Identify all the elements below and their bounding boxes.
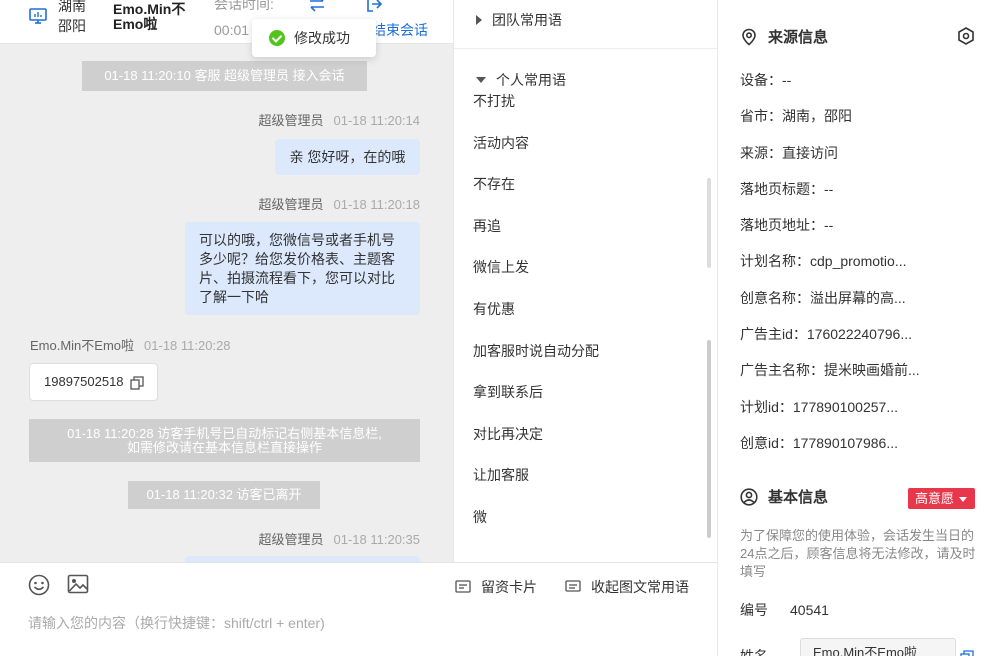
edit-notice: 为了保障您的使用体验，会话发生当日的24点之后，顾客信息将无法修改，请及时填写	[740, 528, 976, 579]
team-phrases-label: 团队常用语	[492, 12, 562, 28]
intent-level-value: 高意愿	[915, 491, 955, 506]
source-landing-url: 落地页地址：--	[740, 217, 834, 234]
system-message-left: 01-18 11:20:32 访客已离开	[128, 481, 320, 509]
phrase-item[interactable]: 活动内容	[473, 132, 703, 174]
location-city: 邵阳	[58, 18, 86, 34]
agent-message-bubble: 亲 您好呀，在的哦	[275, 139, 420, 175]
success-toast: 修改成功	[252, 19, 376, 57]
personal-phrases-label: 个人常用语	[496, 72, 566, 88]
phrase-item[interactable]: 有优惠	[473, 298, 703, 340]
caret-right-icon	[476, 15, 482, 25]
phrase-item[interactable]: 不存在	[473, 173, 703, 215]
personal-phrases-group[interactable]: 个人常用语	[476, 70, 566, 90]
scrollbar-track[interactable]	[707, 178, 711, 268]
basic-info-label: 基本信息	[768, 489, 829, 506]
source-advertiser-name: 广告主名称：提米映画婚前...	[740, 362, 920, 379]
system-message-phone: 01-18 11:20:28 访客手机号已自动标记右侧基本信息栏, 如需修改请在…	[29, 419, 420, 462]
customer-id-row: 编号 40541	[740, 600, 829, 620]
source-landing-title: 落地页标题：--	[740, 180, 834, 197]
message-sender: 超级管理员	[258, 197, 324, 212]
location-pin-icon	[742, 28, 756, 46]
message-meta: 超级管理员 01-18 11:20:35	[258, 531, 420, 549]
source-plan-name: 计划名称：cdp_promotio...	[740, 253, 907, 270]
collapse-phrases-label: 收起图文常用语	[591, 579, 689, 595]
monitor-icon	[29, 8, 47, 24]
caret-down-icon	[959, 497, 967, 502]
message-icon	[565, 580, 581, 592]
visitor-message-text: 19897502518	[44, 374, 124, 389]
intent-level-dropdown[interactable]: 高意愿	[908, 488, 975, 509]
visitor-name: Emo.Min不Emo啦	[113, 1, 186, 32]
divider	[454, 48, 718, 49]
message-meta: Emo.Min不Emo啦 01-18 11:20:28	[30, 337, 231, 355]
system-message-line: 01-18 11:20:28 访客手机号已自动标记右侧基本信息栏,	[67, 426, 382, 441]
session-time-label: 会话时间:	[214, 0, 274, 12]
message-time: 01-18 11:20:18	[333, 197, 421, 212]
customer-id-value: 40541	[790, 602, 829, 618]
source-plan-id: 计划id：177890100257...	[740, 398, 898, 415]
phrase-item[interactable]: 对比再决定	[473, 423, 703, 465]
message-composer: 留资卡片 收起图文常用语	[0, 562, 717, 656]
source-info-title: 来源信息	[740, 28, 828, 48]
message-meta: 超级管理员 01-18 11:20:14	[258, 112, 420, 130]
customer-name-field[interactable]: Emo.Min不Emo啦	[800, 638, 956, 656]
message-sender: Emo.Min不Emo啦	[30, 338, 135, 353]
emoji-icon[interactable]	[28, 574, 50, 596]
system-message-join: 01-18 11:20:10 客服 超级管理员 接入会话	[82, 61, 367, 91]
system-message-line: 如需修改请在基本信息栏直接操作	[126, 440, 322, 455]
phrase-item[interactable]: 加客服时说自动分配	[473, 340, 703, 382]
message-input[interactable]	[28, 615, 688, 631]
phrase-item[interactable]: 不打扰	[473, 90, 703, 132]
copy-icon[interactable]	[960, 650, 974, 656]
source-info-list: 设备：-- 省市：湖南，邵阳 来源：直接访问 落地页标题：-- 落地页地址：--…	[740, 70, 980, 469]
team-phrases-group[interactable]: 团队常用语	[476, 10, 562, 30]
session-time-value: 00:01	[214, 22, 250, 38]
agent-message-bubble: 可以的哦，您微信号或者手机号多少呢？给您发价格表、主题客片、拍摄流程看下，您可以…	[185, 222, 420, 315]
image-icon[interactable]	[67, 573, 89, 595]
message-sender: 超级管理员	[258, 113, 324, 128]
end-session-icon[interactable]	[364, 0, 384, 14]
user-circle-icon	[740, 488, 758, 506]
quick-phrases-panel: 团队常用语 个人常用语 不打扰 活动内容 不存在 再追 微信上发 有优惠 加客服…	[453, 0, 718, 562]
source-creative-id: 创意id：177890107986...	[740, 434, 898, 451]
basic-info-title: 基本信息	[740, 488, 828, 508]
phrase-item[interactable]: 再追	[473, 215, 703, 257]
caret-down-icon	[476, 77, 486, 83]
visitor-message-bubble: 19897502518	[29, 363, 158, 401]
message-time: 01-18 11:20:14	[333, 113, 421, 128]
card-icon	[455, 580, 471, 593]
message-time: 01-18 11:20:28	[144, 338, 231, 353]
source-info-label: 来源信息	[768, 29, 829, 46]
lead-card-button[interactable]: 留资卡片	[455, 577, 537, 597]
source-province-city: 省市：湖南，邵阳	[740, 108, 852, 125]
chat-panel: 湖南 邵阳 Emo.Min不Emo啦 会话时间: 00:01 结束会话 修改成功…	[0, 0, 453, 656]
source-channel: 来源：直接访问	[740, 144, 838, 161]
message-meta: 超级管理员 01-18 11:20:18	[258, 196, 420, 214]
end-session-button[interactable]: 结束会话	[372, 20, 428, 40]
phrase-item[interactable]: 微	[473, 506, 703, 548]
source-device: 设备：--	[740, 72, 792, 88]
customer-id-label: 编号	[740, 602, 768, 618]
phrase-list: 不打扰 活动内容 不存在 再追 微信上发 有优惠 加客服时说自动分配 拿到联系后…	[473, 90, 703, 548]
visitor-location: 湖南 邵阳	[58, 0, 86, 36]
toast-text: 修改成功	[294, 30, 350, 46]
copy-icon[interactable]	[130, 376, 144, 390]
lead-card-label: 留资卡片	[481, 579, 537, 595]
visitor-info-panel: 来源信息 设备：-- 省市：湖南，邵阳 来源：直接访问 落地页标题：-- 落地页…	[717, 0, 995, 656]
settings-icon[interactable]	[956, 26, 976, 46]
message-sender: 超级管理员	[258, 532, 324, 547]
source-creative-name: 创意名称：溢出屏幕的高...	[740, 289, 906, 306]
check-circle-icon	[269, 30, 285, 46]
collapse-phrases-button[interactable]: 收起图文常用语	[565, 577, 689, 597]
customer-name-label: 姓名	[740, 648, 768, 656]
chat-header: 湖南 邵阳 Emo.Min不Emo啦 会话时间: 00:01 结束会话	[0, 0, 453, 44]
phrase-item[interactable]: 拿到联系后	[473, 381, 703, 423]
location-province: 湖南	[58, 0, 86, 14]
scrollbar-thumb[interactable]	[707, 340, 711, 538]
phrase-item[interactable]: 让加客服	[473, 464, 703, 506]
phrase-item[interactable]: 微信上发	[473, 256, 703, 298]
message-time: 01-18 11:20:35	[333, 532, 421, 547]
transfer-icon[interactable]	[307, 0, 327, 14]
source-advertiser-id: 广告主id：176022240796...	[740, 326, 912, 343]
